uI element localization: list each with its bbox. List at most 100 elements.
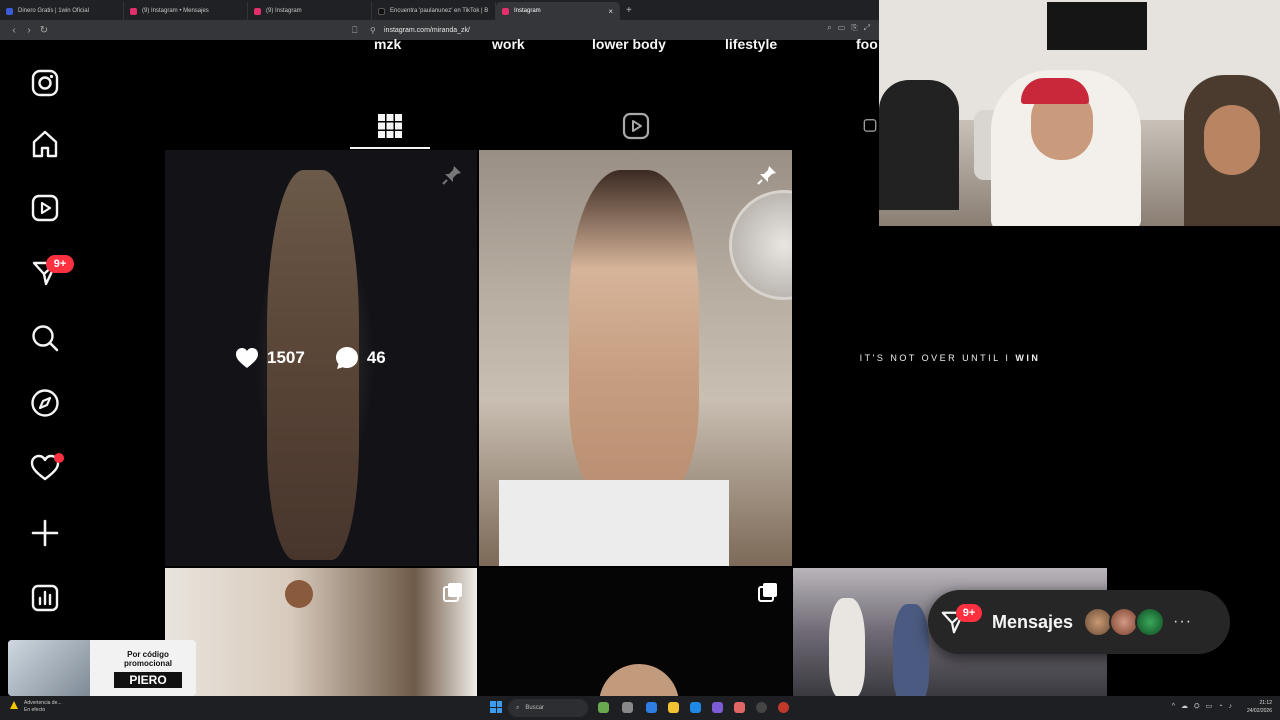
post-hover-stats: 1507 46 [235, 346, 408, 370]
highlight-label[interactable]: lifestyle [725, 36, 777, 52]
post-tile[interactable] [479, 150, 792, 566]
close-tab-icon[interactable]: × [608, 7, 613, 16]
post-tile[interactable] [165, 568, 477, 696]
browser-tab[interactable]: (9) Instagram • Mensajes [124, 2, 248, 20]
forward-icon[interactable]: › [23, 25, 35, 36]
clock-date: 24/02/2026 [1246, 708, 1272, 714]
taskbar-app-icon[interactable] [690, 702, 701, 713]
dashboard-icon[interactable] [28, 581, 62, 615]
browser-tab[interactable]: Encuentra 'paulanunez' en TikTok | B [372, 2, 496, 20]
likes-count: 1507 [267, 348, 305, 367]
taskbar-app-icon[interactable] [756, 702, 767, 713]
tab-posts[interactable] [350, 102, 430, 150]
comment-icon [335, 347, 358, 369]
conversation-avatars [1083, 607, 1166, 637]
system-tray-icons[interactable]: ^☁⛭▭◔♪ [1172, 702, 1238, 711]
webcam-cap [1021, 78, 1089, 104]
tab-reels[interactable] [596, 102, 676, 150]
messages-badge: 9+ [46, 255, 74, 273]
messages-pill-badge: 9+ [956, 604, 982, 622]
mirror-photo [729, 190, 792, 300]
tagged-icon [863, 119, 877, 132]
tab-favicon-icon [502, 7, 509, 15]
tab-favicon-icon [378, 7, 385, 15]
home-icon[interactable] [28, 127, 62, 161]
clock-time: 21:12 [1259, 700, 1272, 706]
taskbar-notification[interactable]: Advertencia de... En efecto [10, 700, 62, 714]
warning-subtext: En efecto [24, 707, 46, 713]
tab-favicon-icon [130, 7, 137, 15]
taskbar-app-icon[interactable] [778, 702, 789, 713]
reels-icon[interactable] [28, 191, 62, 225]
browser-actions-icon[interactable]: ⌕▭⎘⤢ [827, 23, 876, 33]
messages-label: Mensajes [992, 611, 1074, 632]
taskbar-search[interactable]: ⌕ Buscar [508, 699, 588, 717]
tab-label: Instagram [514, 8, 541, 14]
post-photo [893, 604, 929, 696]
promo-text: Por código promocional [123, 650, 172, 668]
post-photo [829, 598, 865, 696]
site-info-icon[interactable]: ⚲ [370, 26, 384, 35]
new-tab-button[interactable]: + [626, 5, 632, 16]
post-photo [599, 664, 679, 696]
carousel-icon [758, 582, 778, 607]
avatar[interactable] [1135, 607, 1166, 637]
tab-label: Encuentra 'paulanunez' en TikTok | B [390, 8, 489, 14]
promo-art [8, 640, 90, 696]
tab-tagged[interactable] [862, 102, 878, 150]
post-photo [569, 170, 699, 500]
pinned-icon [441, 164, 463, 191]
taskbar-app-icon[interactable] [712, 702, 723, 713]
reels-icon [622, 112, 650, 140]
taskbar-app-icon[interactable] [622, 702, 633, 713]
more-icon[interactable]: ··· [1173, 613, 1192, 631]
pinned-icon [756, 164, 778, 191]
url-text: instagram.com/miranda_zk/ [384, 26, 470, 34]
search-icon[interactable] [28, 321, 62, 355]
tab-label: Dinero Gratis | 1win Oficial [18, 8, 89, 14]
highlight-label[interactable]: mzk [374, 36, 401, 52]
webcam-overlay [879, 0, 1280, 226]
heart-icon [236, 348, 258, 368]
taskbar-app-icon[interactable] [734, 702, 745, 713]
taskbar-app-icon[interactable] [598, 702, 609, 713]
quote-text: IT'S NOT OVER UNTIL I [859, 353, 1016, 363]
back-icon[interactable]: ‹ [8, 25, 20, 36]
omnibox[interactable]: ⎕ ⚲ instagram.com/miranda_zk/ [352, 23, 880, 37]
taskbar-clock[interactable]: 21:12 24/02/2026 [1247, 699, 1272, 715]
tab-favicon-icon [6, 7, 13, 15]
warning-text: Advertencia de... [24, 700, 62, 706]
instagram-sidebar: 9+ [0, 40, 90, 696]
search-icon: ⌕ [516, 704, 520, 711]
webcam-face [1204, 105, 1260, 175]
browser-tab[interactable]: (9) Instagram [248, 2, 372, 20]
comments-count: 46 [366, 348, 386, 367]
highlight-label[interactable]: work [492, 36, 525, 52]
bookmark-icon[interactable]: ⎕ [352, 25, 370, 36]
post-tile[interactable] [479, 568, 792, 696]
quote-emphasis: WIN [1015, 353, 1041, 363]
messages-pill[interactable]: 9+ Mensajes ··· [928, 590, 1230, 654]
screen: Dinero Gratis | 1win Oficial (9) Instagr… [0, 0, 1280, 720]
windows-start-icon[interactable] [490, 701, 502, 713]
instagram-logo-icon[interactable] [28, 66, 62, 100]
highlight-label[interactable]: lower body [592, 36, 666, 52]
browser-tab[interactable]: Dinero Gratis | 1win Oficial [0, 2, 124, 20]
webcam-person [991, 70, 1141, 226]
bed-photo [499, 480, 729, 566]
taskbar-app-icon[interactable] [668, 702, 679, 713]
explore-icon[interactable] [28, 386, 62, 420]
create-icon[interactable] [28, 516, 62, 550]
promo-code: PIERO [114, 672, 182, 688]
reload-icon[interactable]: ↻ [38, 25, 50, 36]
tab-label: (9) Instagram • Mensajes [142, 8, 209, 14]
post-tile[interactable]: 1507 46 [165, 150, 477, 566]
post-quote-text: IT'S NOT OVER UNTIL I WIN [860, 353, 1041, 363]
taskbar-search-placeholder: Buscar [525, 705, 545, 711]
highlight-label[interactable]: foo [856, 36, 878, 52]
browser-tab-active[interactable]: Instagram × [496, 2, 620, 20]
grid-icon [378, 114, 402, 138]
tab-label: (9) Instagram [266, 8, 302, 14]
promo-widget: Por código promocional PIERO [8, 640, 196, 696]
taskbar-app-icon[interactable] [646, 702, 657, 713]
